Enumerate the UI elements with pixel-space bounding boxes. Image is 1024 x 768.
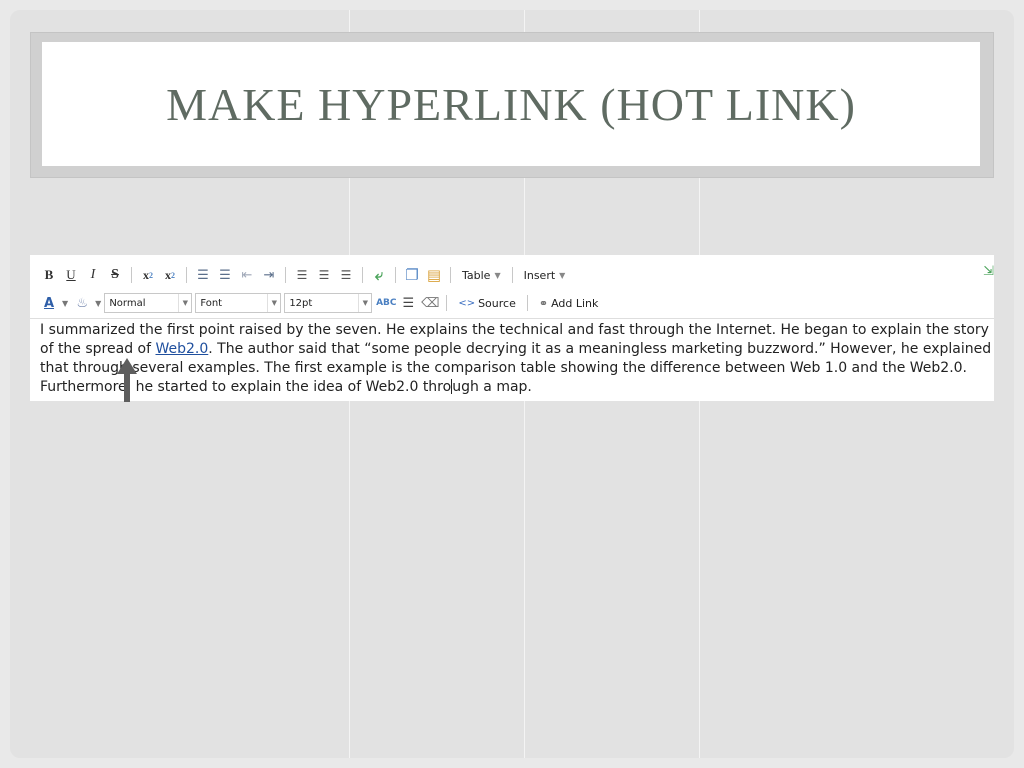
editor-content-area[interactable]: I summarized the first point raised by t… [30,318,994,401]
toolbar-row-formatting: B U I S x2 x2 ☰ ☰ ⇤ ⇥ ☰ ☰ ☰ ⤶ ❐ ▤ Table ▼… [38,264,571,286]
paragraph-style-select[interactable]: Normal ▼ [104,293,193,313]
toolbar-separator [186,267,187,283]
copy-icon[interactable]: ❐ [401,265,423,285]
toolbar-separator [131,267,132,283]
title-box: MAKE HYPERLINK (HOT LINK) [42,42,980,166]
toolbar-separator [395,267,396,283]
table-menu-button[interactable]: Table ▼ [456,265,507,285]
toolbar-separator [526,295,528,311]
chevron-down-icon[interactable]: ▼ [62,299,68,308]
paste-icon[interactable]: ▤ [423,265,445,285]
text-color-button[interactable]: A [38,293,60,313]
chevron-down-icon: ▼ [358,294,371,312]
link-icon: ⚭ [538,296,549,310]
toolbar-separator [362,267,363,283]
chevron-down-icon[interactable]: ▼ [95,299,101,308]
font-size-select[interactable]: 12pt ▼ [284,293,373,313]
toolbar-separator [446,295,448,311]
pointer-arrow-shaft [124,372,130,402]
subscript-button[interactable]: x2 [137,265,159,285]
rich-text-editor: B U I S x2 x2 ☰ ☰ ⇤ ⇥ ☰ ☰ ☰ ⤶ ❐ ▤ Table ▼… [30,255,994,401]
italic-button[interactable]: I [82,265,104,285]
bulleted-list-icon[interactable]: ☰ [192,265,214,285]
spellcheck-icon[interactable]: ABC [375,293,397,313]
chevron-down-icon: ▼ [267,294,280,312]
body-text: ugh a map. [452,379,532,395]
code-icon: <> [458,297,476,309]
subscript-mark: 2 [149,270,153,280]
toolbar-row-style: A ▼ ♨ ▼ Normal ▼ Font ▼ 12pt ▼ ABC ☰ ⌫ <… [38,292,604,314]
redo-icon[interactable]: ⤶ [368,265,390,285]
font-family-select[interactable]: Font ▼ [195,293,282,313]
numbered-list-icon[interactable]: ☰ [214,265,236,285]
add-link-button[interactable]: ⚭ Add Link [533,293,605,313]
outdent-icon[interactable]: ⇤ [236,265,258,285]
add-link-label: Add Link [551,296,599,310]
insert-menu-button[interactable]: Insert ▼ [518,265,572,285]
highlight-color-icon[interactable]: ♨ [71,293,93,313]
toolbar-separator [511,267,513,283]
paragraph-style-value: Normal [109,297,146,309]
toolbar-separator [285,267,286,283]
horizontal-rule-icon[interactable]: ☰ [397,293,419,313]
table-menu-label: Table [462,268,491,282]
source-label: Source [478,296,516,310]
chevron-down-icon: ▼ [494,270,501,280]
indent-icon[interactable]: ⇥ [258,265,280,285]
font-size-value: 12pt [289,297,313,309]
hyperlink-web2[interactable]: Web2.0 [155,341,208,357]
align-center-icon[interactable]: ☰ [313,265,335,285]
align-right-icon[interactable]: ☰ [335,265,357,285]
chevron-down-icon: ▼ [559,270,566,280]
fullscreen-icon[interactable]: ⇲ [983,264,994,279]
superscript-button[interactable]: x2 [159,265,181,285]
source-button[interactable]: <> Source [452,293,522,313]
align-left-icon[interactable]: ☰ [291,265,313,285]
underline-button[interactable]: U [60,265,82,285]
bold-button[interactable]: B [38,265,60,285]
insert-menu-label: Insert [523,268,556,282]
strikethrough-button[interactable]: S [104,265,126,285]
chevron-down-icon: ▼ [178,294,191,312]
font-family-value: Font [200,297,223,309]
superscript-mark: 2 [171,270,175,280]
eraser-icon[interactable]: ⌫ [419,293,441,313]
toolbar-separator [450,267,451,283]
slide-title: MAKE HYPERLINK (HOT LINK) [166,78,856,130]
